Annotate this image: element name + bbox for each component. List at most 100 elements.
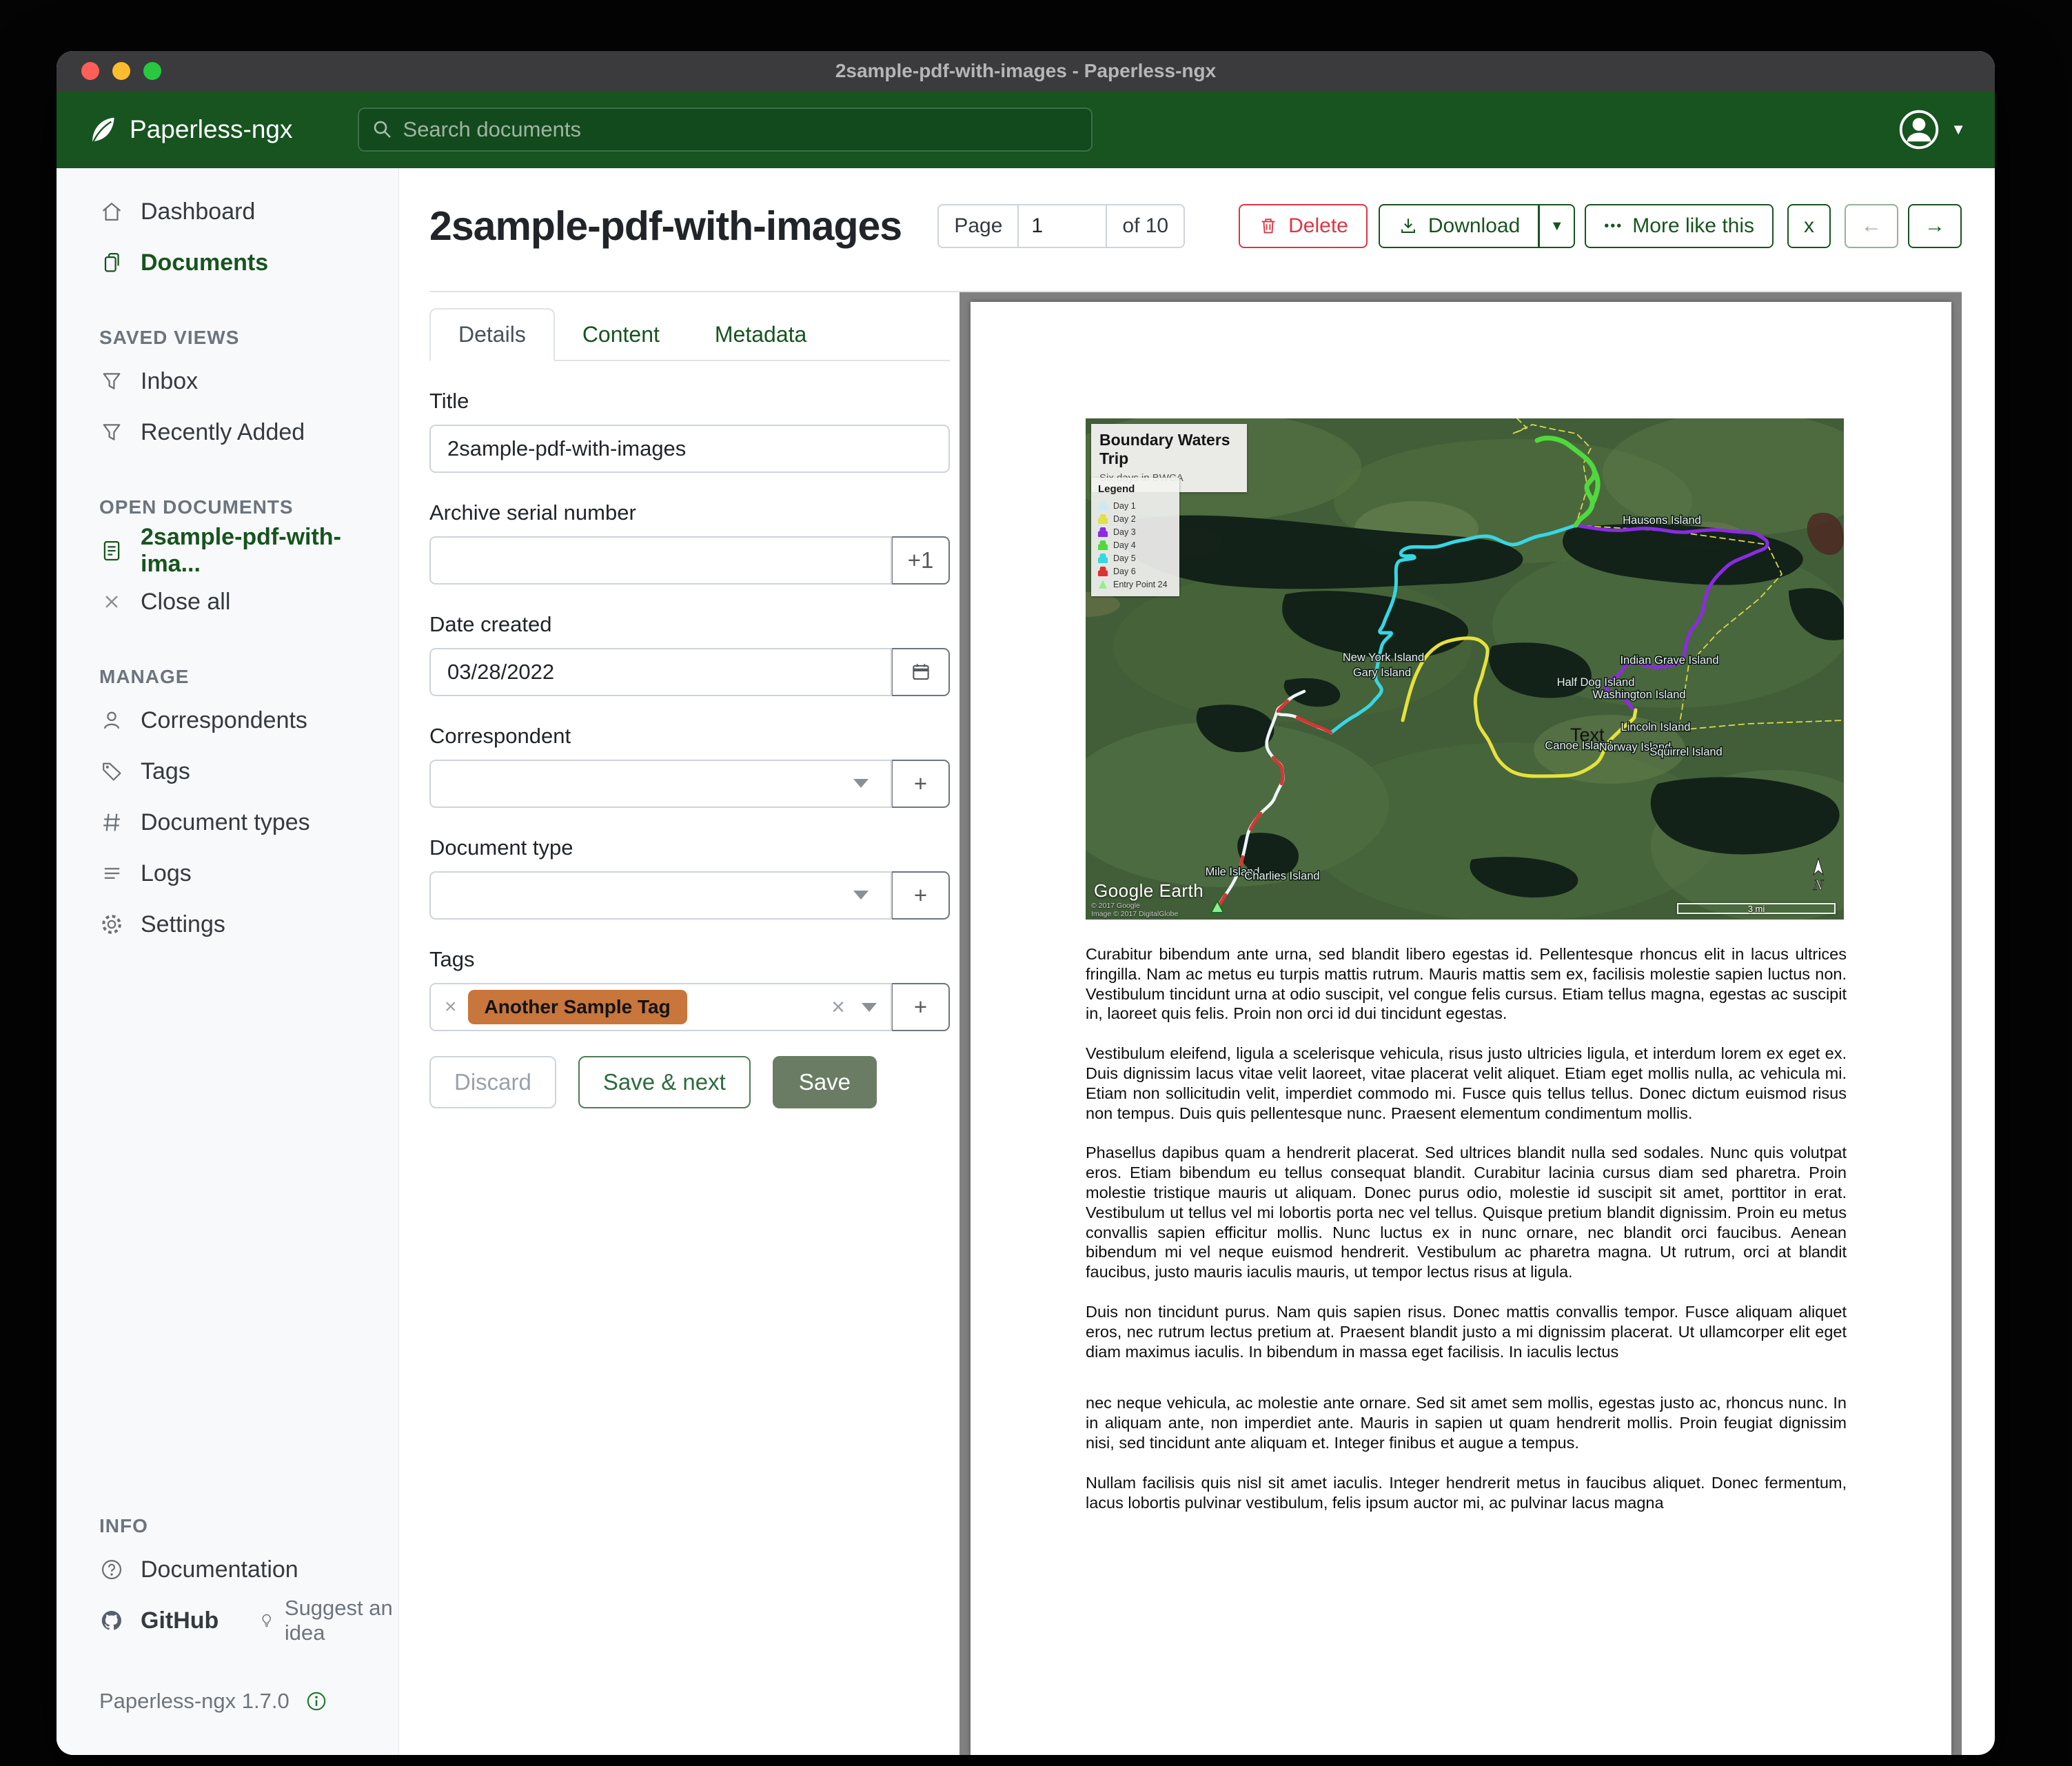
arrow-right-icon: → [1924,214,1945,238]
clear-tags-icon[interactable]: × [831,994,845,1021]
legend-marker [1098,527,1108,537]
asn-plus-one-button[interactable]: +1 [892,536,950,585]
title-field[interactable] [429,425,950,473]
document-preview-pane[interactable]: Hausons IslandNew York IslandGary Island… [959,292,1962,1755]
add-correspondent-button[interactable]: + [892,760,950,808]
sidebar-item-close-all[interactable]: Close all [57,576,398,627]
pdf-paragraph: Duis non tincidunt purus. Nam quis sapie… [1086,1302,1847,1361]
discard-button[interactable]: Discard [429,1056,556,1108]
tag-icon [99,759,124,784]
legend-marker [1098,567,1108,576]
document-header: 2sample-pdf-with-images Page of 10 Delet… [429,201,1962,251]
sidebar-section-info: INFO [99,1515,398,1537]
island-label: Half Dog Island [1557,676,1635,689]
caret-down-icon[interactable] [853,779,869,788]
tab-details[interactable]: Details [429,308,555,361]
hash-icon [99,810,124,835]
asn-field[interactable] [429,536,892,585]
calendar-icon [909,660,933,684]
map-text-annotation: Text [1570,724,1605,745]
page-navigator: Page of 10 [937,204,1185,248]
pdf-paragraph: Curabitur bibendum ante urna, sed blandi… [1086,944,1847,1024]
sidebar-item-github[interactable]: GitHub [57,1595,219,1646]
sidebar-item-recently-added[interactable]: Recently Added [57,407,398,458]
sidebar-item-settings[interactable]: Settings [57,899,398,950]
page-title: 2sample-pdf-with-images [429,203,902,250]
close-document-button[interactable]: x [1787,204,1831,248]
app-brand[interactable]: Paperless-ngx [85,114,293,145]
document-form: Details Content Metadata Title Archive s… [429,292,950,1755]
page-label: Page [937,204,1019,248]
brand-label: Paperless-ngx [130,115,293,144]
paperless-leaf-logo-icon [85,114,117,145]
more-like-this-button[interactable]: ••• More like this [1585,204,1774,248]
map-figure: Hausons IslandNew York IslandGary Island… [1086,418,1844,920]
map-legend: Legend Day 1 Day 2 Day 3 Day 4 Day 5 Day… [1091,478,1179,596]
trash-icon [1258,216,1279,236]
map-scale-bar: 3 mi [1677,903,1836,914]
sidebar-item-inbox[interactable]: Inbox [57,356,398,407]
dots-icon: ••• [1604,219,1623,234]
sidebar-section-saved-views: SAVED VIEWS [99,327,398,349]
delete-button[interactable]: Delete [1239,204,1368,248]
app-window: 2sample-pdf-with-images - Paperless-ngx … [57,51,1995,1755]
tags-select[interactable]: × Another Sample Tag × [429,983,892,1031]
gear-icon [99,912,124,937]
pdf-page: Hausons IslandNew York IslandGary Island… [971,302,1951,1755]
search-input[interactable] [358,108,1093,152]
sidebar-item-logs[interactable]: Logs [57,848,398,899]
page-number-input[interactable] [1019,204,1107,248]
sidebar-item-documents[interactable]: Documents [57,237,398,288]
island-label: Charlies Island [1244,870,1319,882]
pdf-paragraph: Nullam facilisis quis nisl sit amet iacu… [1086,1473,1847,1513]
remove-tag-icon[interactable]: × [445,995,457,1019]
sidebar-item-documentation[interactable]: Documentation [57,1544,398,1595]
add-tag-button[interactable]: + [892,983,950,1031]
previous-document-button[interactable]: ← [1845,204,1898,248]
sidebar: Dashboard Documents SAVED VIEWS Inbox Re… [57,168,399,1755]
legend-marker [1098,554,1108,563]
add-document-type-button[interactable]: + [892,871,950,920]
map-credit: Image © 2017 DigitalGlobe [1091,910,1178,918]
date-created-field[interactable] [429,648,892,696]
app-header: Paperless-ngx ▼ [57,91,1995,168]
download-button[interactable]: Download [1379,204,1539,248]
home-icon [99,199,124,224]
caret-down-icon[interactable] [853,891,869,900]
sidebar-item-suggest-idea[interactable]: Suggest an idea [258,1596,398,1645]
sidebar-info-block: INFO Documentation GitHub Suggest an ide… [57,1476,398,1714]
island-label: Hausons Island [1623,514,1701,527]
filter-icon [99,420,124,445]
sidebar-item-dashboard[interactable]: Dashboard [57,186,398,237]
document-icon [99,538,124,563]
page-total-label: of 10 [1107,204,1185,248]
chevron-down-icon: ▼ [1951,121,1966,139]
user-menu[interactable]: ▼ [1898,109,1966,150]
document-type-select[interactable] [429,871,892,920]
arrow-left-icon: ← [1861,214,1882,238]
tab-metadata[interactable]: Metadata [687,309,834,360]
sidebar-item-open-document[interactable]: 2sample-pdf-with-ima... [57,525,398,576]
download-button-group: Download ▼ [1379,204,1575,248]
app-version: Paperless-ngx 1.7.0 [99,1689,398,1714]
filter-icon [99,369,124,394]
svg-text:N: N [1813,876,1825,893]
download-options-button[interactable]: ▼ [1539,204,1575,248]
date-picker-button[interactable] [892,648,950,696]
tab-content[interactable]: Content [555,309,687,360]
legend-marker [1098,501,1108,511]
window-title: 2sample-pdf-with-images - Paperless-ngx [57,60,1995,82]
sidebar-item-correspondents[interactable]: Correspondents [57,695,398,746]
sidebar-item-document-types[interactable]: Document types [57,797,398,848]
island-label: Lincoln Island [1621,721,1691,733]
save-button[interactable]: Save [773,1056,877,1108]
next-document-button[interactable]: → [1908,204,1962,248]
info-icon[interactable] [305,1689,328,1713]
correspondent-select[interactable] [429,760,892,808]
sidebar-item-tags[interactable]: Tags [57,746,398,797]
map-credit: © 2017 Google [1091,902,1140,910]
caret-down-icon[interactable] [862,1003,877,1012]
save-and-next-button[interactable]: Save & next [578,1056,751,1108]
search-icon [372,119,394,141]
island-label: New York Island [1343,651,1424,664]
